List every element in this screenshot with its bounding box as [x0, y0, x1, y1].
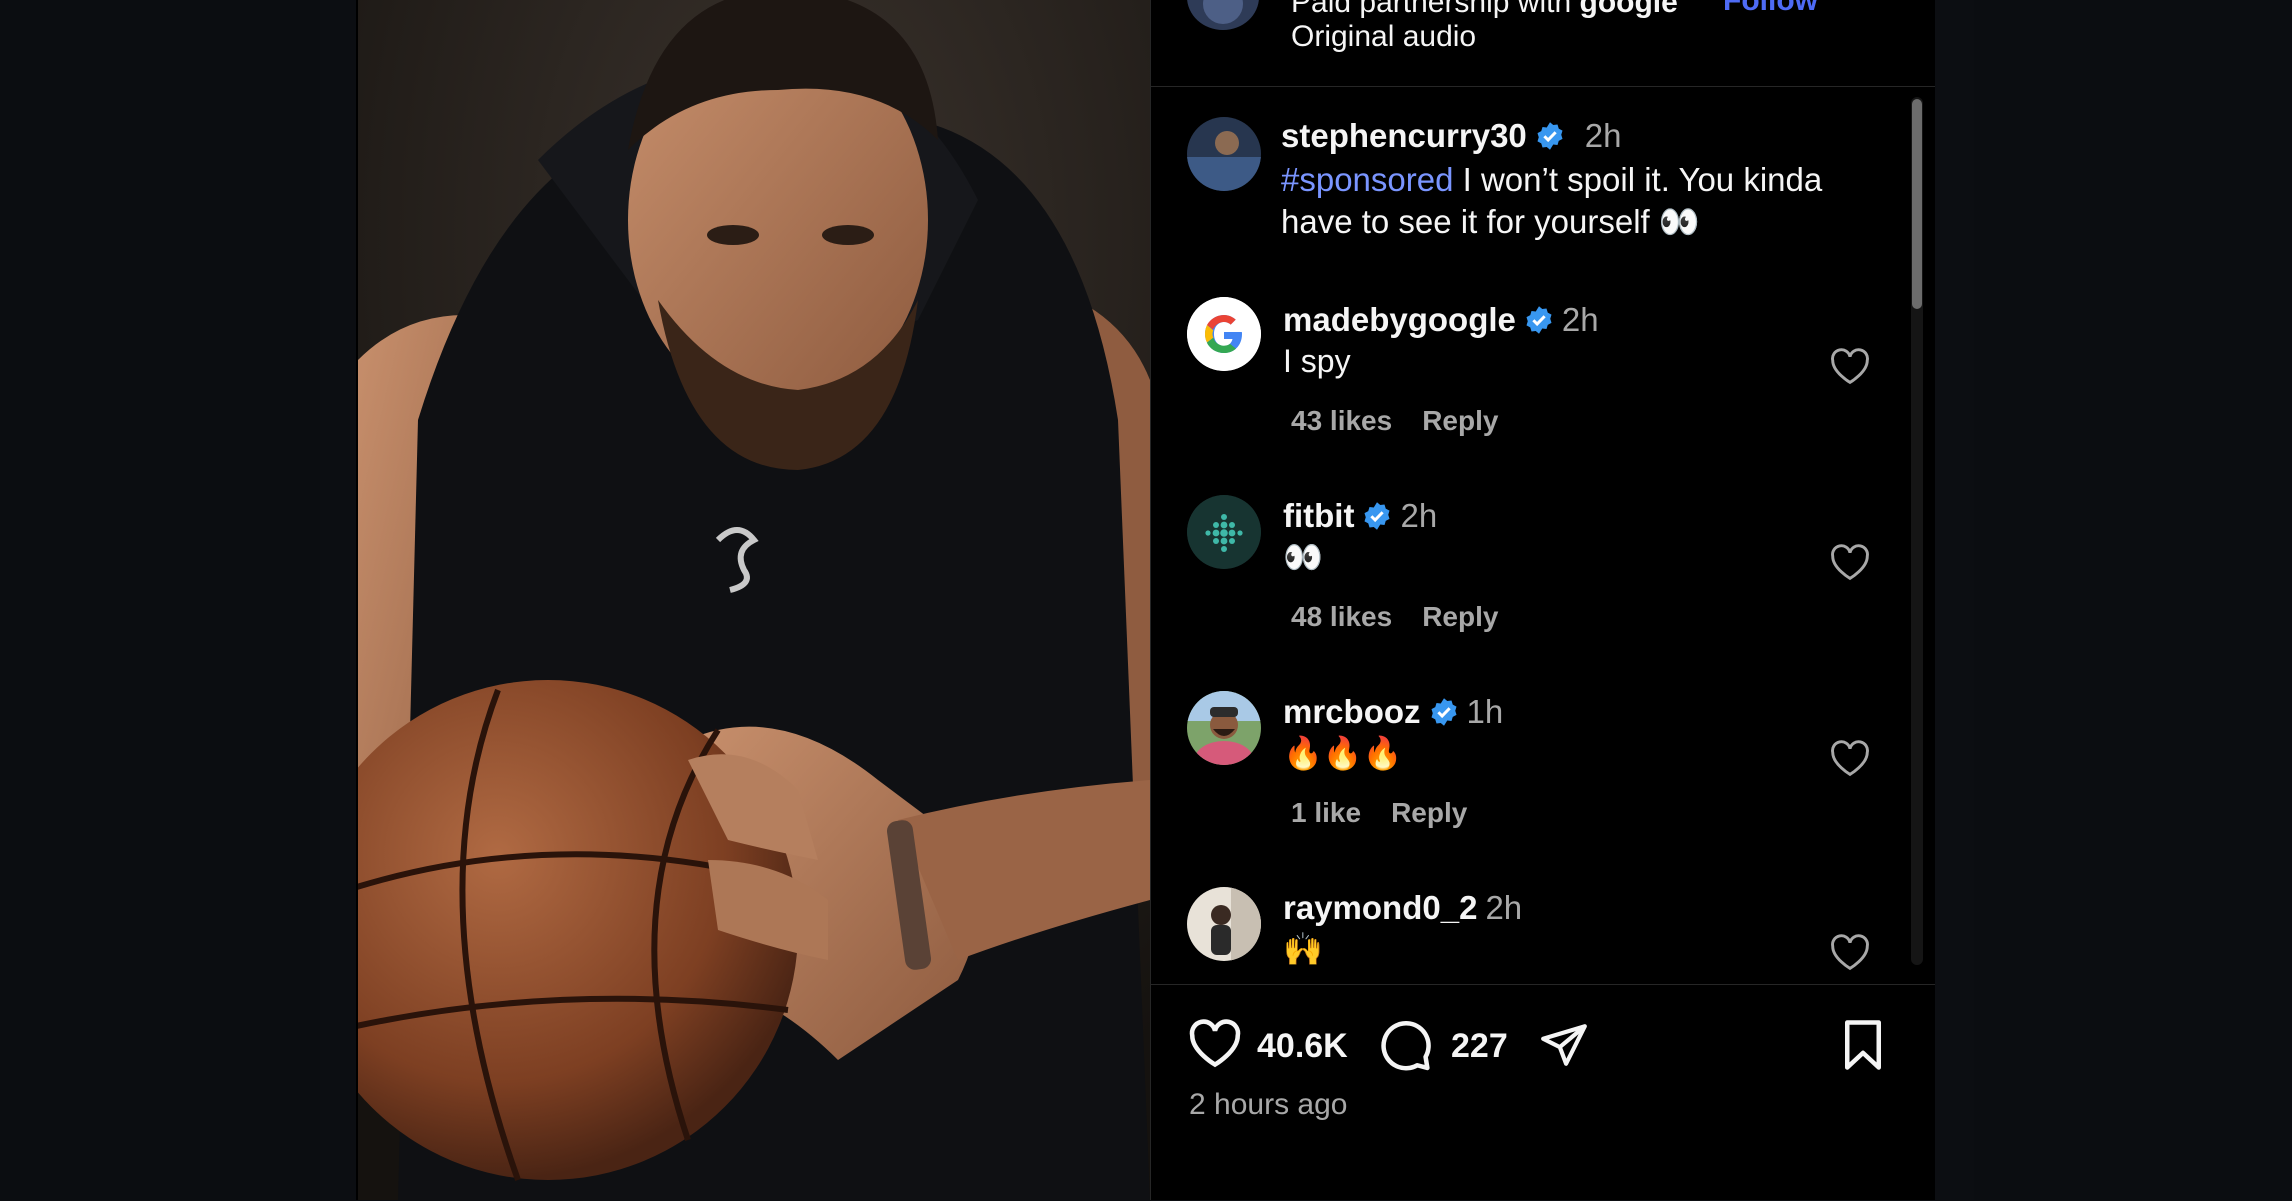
caption-username[interactable]: stephencurry30 [1281, 117, 1527, 154]
partner-name[interactable]: google [1580, 0, 1678, 19]
comment-time: 2h [1400, 497, 1438, 534]
heart-icon[interactable] [1829, 739, 1871, 777]
caption-hashtag[interactable]: #sponsored [1281, 161, 1453, 198]
post-sidebar: Paid partnership with google Original au… [1150, 0, 1935, 1200]
reply-button[interactable]: Reply [1391, 797, 1467, 828]
caption-header: stephencurry30 2h [1281, 117, 1622, 156]
comment-likes[interactable]: 43 likes [1291, 405, 1392, 436]
audio-label[interactable]: Original audio [1291, 20, 1476, 54]
follow-button[interactable]: Follow [1723, 0, 1818, 18]
caption-text: #sponsored I won’t spoil it. You kinda h… [1281, 159, 1881, 243]
comment-avatar[interactable] [1187, 691, 1261, 765]
comment-likes[interactable]: 1 like [1291, 797, 1361, 828]
reply-button[interactable]: Reply [1422, 601, 1498, 632]
comment-count[interactable]: 227 [1451, 1027, 1508, 1066]
comment-text: I spy [1283, 343, 1351, 379]
verified-badge-icon [1431, 698, 1457, 726]
comment-meta: 1 like Reply [1291, 797, 1497, 829]
comment-username[interactable]: fitbit [1283, 497, 1354, 534]
author-avatar[interactable] [1187, 0, 1259, 30]
bookmark-icon[interactable] [1839, 1018, 1887, 1072]
posted-time: 2 hours ago [1189, 1088, 1348, 1121]
like-count[interactable]: 40.6K [1257, 1027, 1348, 1066]
page-left-background [0, 0, 320, 1200]
comment-username[interactable]: mrcbooz [1283, 693, 1421, 730]
comment-header: fitbit 2h [1283, 497, 1437, 535]
share-icon[interactable] [1537, 1020, 1591, 1070]
video-frame-illustration [358, 0, 1150, 1200]
caption-time: 2h [1584, 117, 1622, 154]
comment-header: raymond0_2 2h [1283, 889, 1522, 927]
comment-text: 🙌 [1283, 931, 1323, 967]
verified-badge-icon [1526, 306, 1552, 334]
comment-text: 🔥🔥🔥 [1283, 735, 1403, 771]
partner-prefix: Paid partnership with [1291, 0, 1580, 19]
reply-button[interactable]: Reply [1422, 405, 1498, 436]
comment-avatar[interactable] [1187, 495, 1261, 569]
heart-icon[interactable] [1829, 933, 1871, 971]
page-right-background [1974, 0, 2292, 1200]
comment-text: 👀 [1283, 539, 1323, 575]
comment-username[interactable]: raymond0_2 [1283, 889, 1477, 926]
comments-list[interactable]: stephencurry30 2h #sponsored I won’t spoi… [1151, 87, 1935, 983]
paid-partnership-label[interactable]: Paid partnership with google [1291, 0, 1678, 20]
heart-icon[interactable] [1829, 347, 1871, 385]
comment-meta: 43 likes Reply [1291, 405, 1528, 437]
heart-icon[interactable] [1829, 543, 1871, 581]
comment-time: 2h [1485, 889, 1523, 926]
verified-badge-icon [1364, 502, 1390, 530]
comment-time: 2h [1561, 301, 1599, 338]
post-header: Paid partnership with google Original au… [1151, 0, 1935, 87]
comment-icon[interactable] [1379, 1018, 1433, 1072]
comment-likes[interactable]: 48 likes [1291, 601, 1392, 632]
comment-meta: 48 likes Reply [1291, 601, 1528, 633]
verified-badge-icon [1537, 122, 1563, 150]
comment-time: 1h [1466, 693, 1504, 730]
comments-scrollbar[interactable] [1911, 97, 1923, 965]
comment-username[interactable]: madebygoogle [1283, 301, 1516, 338]
comment-header: madebygoogle 2h [1283, 301, 1599, 339]
scrollbar-thumb[interactable] [1912, 99, 1922, 309]
post-video[interactable] [358, 0, 1150, 1200]
caption-avatar[interactable] [1187, 117, 1261, 191]
comment-avatar[interactable] [1187, 887, 1261, 961]
comment-avatar[interactable] [1187, 297, 1261, 371]
comment-header: mrcbooz 1h [1283, 693, 1503, 731]
heart-icon[interactable] [1187, 1018, 1243, 1068]
